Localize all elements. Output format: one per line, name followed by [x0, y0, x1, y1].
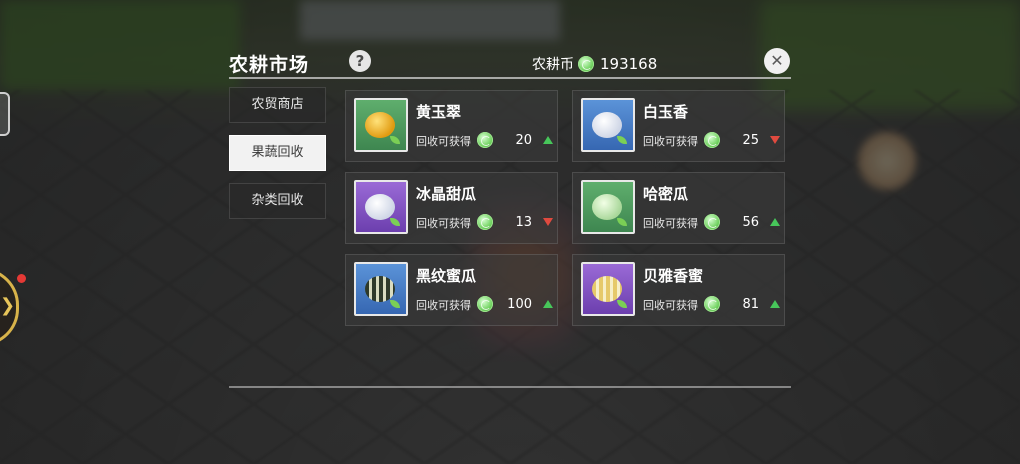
- currency-display: 农耕币 193168: [532, 54, 657, 74]
- item-icon-frame: [354, 98, 408, 152]
- leaf-badge-icon: [617, 218, 627, 226]
- leaf-badge-icon: [390, 218, 400, 226]
- coin-icon: [704, 214, 720, 230]
- side-drawer-tab[interactable]: [0, 92, 10, 136]
- reward-value: 25: [742, 133, 759, 148]
- tab-farm-shop[interactable]: 农贸商店: [229, 87, 326, 123]
- item-name: 黄玉翠: [416, 103, 462, 121]
- item-name: 黑纹蜜瓜: [416, 267, 477, 285]
- item-card[interactable]: 黑纹蜜瓜 回收可获得 100: [345, 254, 558, 326]
- panel-title: 农耕市场: [229, 54, 310, 76]
- yellow-melon-icon: [365, 112, 395, 138]
- notification-dot: [17, 274, 26, 283]
- trend-up-icon: [543, 300, 553, 308]
- item-name: 哈密瓜: [643, 185, 689, 203]
- item-card[interactable]: 白玉香 回收可获得 25: [572, 90, 785, 162]
- item-icon-frame: [354, 180, 408, 234]
- leaf-badge-icon: [617, 300, 627, 308]
- reward-value: 100: [507, 297, 532, 312]
- reward-label: 回收可获得: [643, 299, 698, 312]
- white-melon-icon: [365, 194, 395, 220]
- trend-down-icon: [543, 218, 553, 226]
- green-melon-icon: [592, 194, 622, 220]
- leaf-badge-icon: [390, 300, 400, 308]
- coin-icon: [477, 132, 493, 148]
- coin-icon: [704, 132, 720, 148]
- item-card[interactable]: 黄玉翠 回收可获得 20: [345, 90, 558, 162]
- gold-melon-icon: [592, 276, 622, 302]
- leaf-badge-icon: [390, 136, 400, 144]
- item-icon-frame: [354, 262, 408, 316]
- coin-icon: [578, 56, 594, 72]
- reward-value: 56: [742, 215, 759, 230]
- reward-value: 81: [742, 297, 759, 312]
- trend-up-icon: [770, 218, 780, 226]
- item-icon-frame: [581, 262, 635, 316]
- trend-down-icon: [770, 136, 780, 144]
- item-name: 白玉香: [643, 103, 689, 121]
- trend-up-icon: [770, 300, 780, 308]
- item-name: 贝雅香蜜: [643, 267, 704, 285]
- leaf-badge-icon: [617, 136, 627, 144]
- reward-label: 回收可获得: [643, 217, 698, 230]
- tab-produce-recycle[interactable]: 果蔬回收: [229, 135, 326, 171]
- category-tabs: 农贸商店 果蔬回收 杂类回收: [229, 87, 326, 231]
- reward-label: 回收可获得: [416, 135, 471, 148]
- reward-label: 回收可获得: [416, 217, 471, 230]
- trend-up-icon: [543, 136, 553, 144]
- reward-value: 20: [515, 133, 532, 148]
- help-icon[interactable]: ?: [349, 50, 371, 72]
- item-icon-frame: [581, 180, 635, 234]
- currency-label: 农耕币: [532, 57, 574, 73]
- tab-misc-recycle[interactable]: 杂类回收: [229, 183, 326, 219]
- reward-label: 回收可获得: [416, 299, 471, 312]
- close-icon[interactable]: ✕: [764, 48, 790, 74]
- coin-icon: [477, 296, 493, 312]
- white-melon-icon: [592, 112, 622, 138]
- divider: [229, 77, 791, 79]
- item-name: 冰晶甜瓜: [416, 185, 477, 203]
- divider: [229, 386, 791, 388]
- item-card[interactable]: 哈密瓜 回收可获得 56: [572, 172, 785, 244]
- coin-icon: [704, 296, 720, 312]
- coin-icon: [477, 214, 493, 230]
- chevron-right-icon: ❯: [0, 295, 16, 316]
- item-grid: 黄玉翠 回收可获得 20 白玉香 回收可获得 25 冰晶甜瓜 回收可获得 13 …: [345, 90, 785, 326]
- item-icon-frame: [581, 98, 635, 152]
- currency-amount: 193168: [600, 55, 658, 73]
- striped-melon-icon: [365, 276, 395, 302]
- item-card[interactable]: 贝雅香蜜 回收可获得 81: [572, 254, 785, 326]
- item-card[interactable]: 冰晶甜瓜 回收可获得 13: [345, 172, 558, 244]
- reward-value: 13: [515, 215, 532, 230]
- reward-label: 回收可获得: [643, 135, 698, 148]
